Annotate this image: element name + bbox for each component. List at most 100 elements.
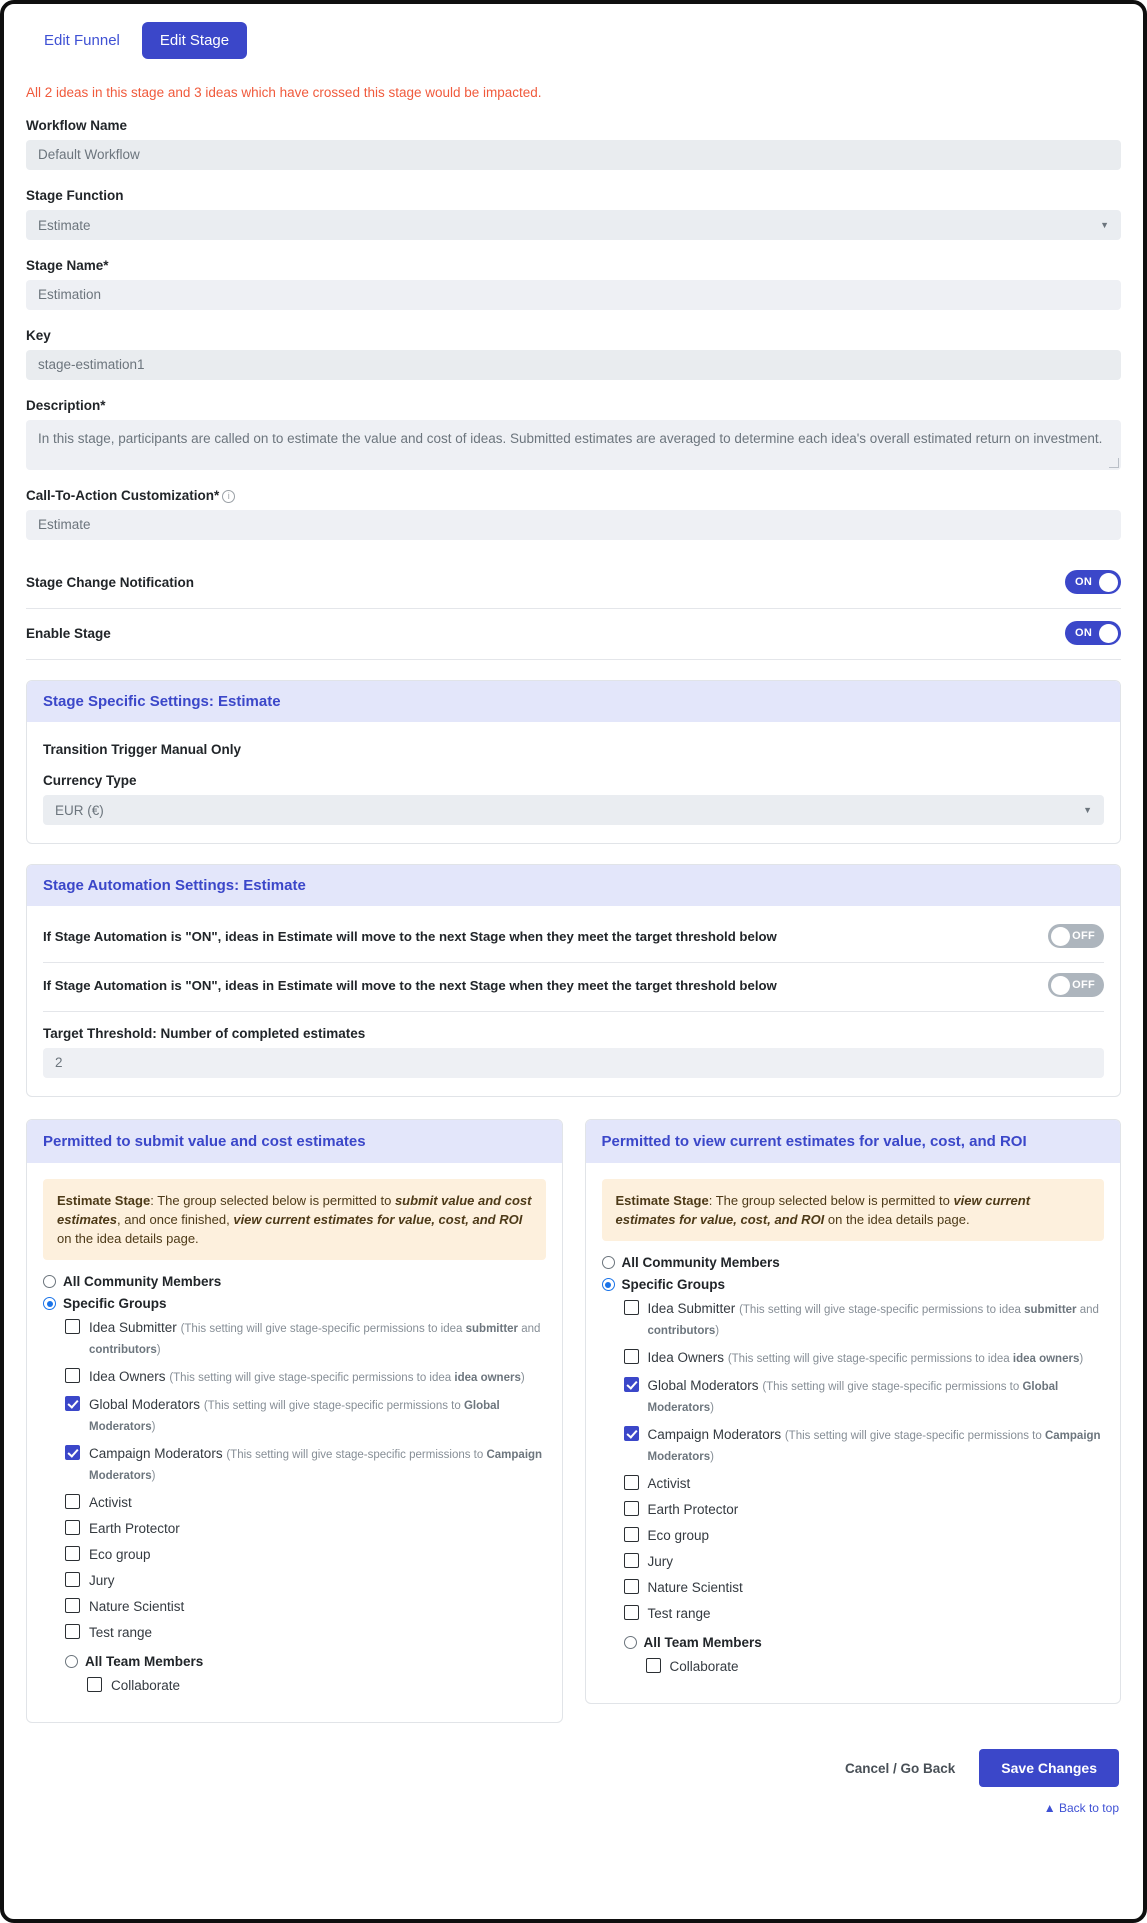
back-to-top-link[interactable]: ▲ Back to top [26, 1801, 1121, 1815]
checkbox-icon[interactable] [65, 1520, 80, 1535]
checkbox-icon[interactable] [623, 1553, 639, 1568]
currency-type-select[interactable]: EUR (€) ▼ [43, 795, 1104, 825]
checkbox-icon[interactable] [645, 1658, 661, 1673]
form-actions: Cancel / Go Back Save Changes [26, 1749, 1121, 1787]
checkbox-icon[interactable] [65, 1368, 80, 1383]
checkbox-icon[interactable] [65, 1445, 80, 1460]
group-checkbox-row[interactable]: Eco group [623, 1526, 1105, 1545]
group-name: Idea Owners [647, 1350, 725, 1365]
group-name: Idea Submitter [647, 1301, 736, 1316]
group-name: Earth Protector [647, 1502, 739, 1517]
radio-label: All Community Members [621, 1255, 780, 1270]
permissions-view-note: Estimate Stage: The group selected below… [601, 1179, 1104, 1241]
cta-input[interactable]: Estimate [26, 510, 1121, 540]
enable-stage-toggle[interactable]: ON [1065, 621, 1121, 645]
radio-icon [623, 1636, 637, 1649]
group-checkbox-row[interactable]: Campaign Moderators (This setting will g… [65, 1444, 546, 1486]
group-hint-post: ) [710, 1402, 714, 1414]
tab-edit-funnel[interactable]: Edit Funnel [26, 22, 138, 59]
radio-all-community-members-left[interactable]: All Community Members [43, 1274, 546, 1289]
radio-all-community-members-right[interactable]: All Community Members [601, 1255, 1105, 1270]
checkbox-icon[interactable] [65, 1546, 80, 1561]
stage-automation-row-2: If Stage Automation is "ON", ideas in Es… [43, 963, 1104, 1012]
group-checkbox-row[interactable]: Nature Scientist [65, 1597, 546, 1616]
permissions-view-title: Permitted to view current estimates for … [585, 1120, 1120, 1163]
tab-edit-stage[interactable]: Edit Stage [141, 22, 248, 59]
checkbox-icon[interactable] [87, 1677, 102, 1692]
back-to-top-label: Back to top [1058, 1801, 1119, 1815]
group-hint-b2: contributors [647, 1325, 716, 1337]
group-checkbox-row[interactable]: Earth Protector [65, 1519, 546, 1538]
checkbox-icon[interactable] [65, 1319, 80, 1334]
cancel-go-back-button[interactable]: Cancel / Go Back [839, 1760, 961, 1777]
checkbox-icon[interactable] [623, 1349, 639, 1364]
stage-automation-row-1: If Stage Automation is "ON", ideas in Es… [43, 922, 1104, 963]
checkbox-icon[interactable] [623, 1300, 639, 1315]
group-checkbox-row[interactable]: Idea Submitter (This setting will give s… [623, 1299, 1105, 1341]
checkbox-icon[interactable] [623, 1579, 639, 1594]
key-input[interactable]: stage-estimation1 [26, 350, 1121, 380]
toggle-knob [1051, 975, 1070, 995]
group-hint-pre: (This setting will give stage-specific p… [784, 1430, 1045, 1442]
stage-function-select[interactable]: Estimate ▼ [26, 210, 1121, 240]
checkbox-icon[interactable] [623, 1426, 639, 1441]
group-hint-post: ) [151, 1470, 156, 1482]
group-checkbox-row[interactable]: Idea Owners (This setting will give stag… [65, 1367, 546, 1388]
checkbox-icon[interactable] [65, 1624, 80, 1639]
checkbox-icon[interactable] [65, 1572, 80, 1587]
collaborate-checkbox-row-right[interactable]: Collaborate [645, 1657, 1105, 1676]
group-hint-b1: idea owners [1012, 1353, 1080, 1365]
stage-function-label: Stage Function [26, 188, 124, 203]
collaborate-label: Collaborate [111, 1678, 181, 1693]
group-name: Global Moderators [89, 1397, 201, 1412]
resize-handle-icon[interactable] [1109, 458, 1119, 468]
radio-all-team-members-left[interactable]: All Team Members [65, 1654, 546, 1669]
checkbox-icon[interactable] [623, 1377, 639, 1392]
stage-automation-settings-title: Stage Automation Settings: Estimate [27, 865, 1120, 906]
chevron-down-icon: ▼ [1083, 805, 1092, 815]
checkbox-icon[interactable] [623, 1475, 639, 1490]
radio-specific-groups-right[interactable]: Specific Groups [601, 1277, 1105, 1292]
collaborate-checkbox-row-left[interactable]: Collaborate [87, 1676, 546, 1695]
group-checkbox-row[interactable]: Activist [65, 1493, 546, 1512]
tab-bar: Edit Funnel Edit Stage [26, 22, 1121, 59]
group-checkbox-row[interactable]: Eco group [65, 1545, 546, 1564]
group-checkbox-row[interactable]: Jury [623, 1552, 1105, 1571]
group-checkbox-row[interactable]: Earth Protector [623, 1500, 1105, 1519]
checkbox-icon[interactable] [623, 1501, 639, 1516]
note-body-1: : The group selected below is permitted … [708, 1193, 954, 1208]
description-textarea[interactable]: In this stage, participants are called o… [26, 420, 1121, 470]
checkbox-icon[interactable] [65, 1396, 80, 1411]
checkbox-icon[interactable] [623, 1605, 639, 1620]
group-checkbox-row[interactable]: Activist [623, 1474, 1105, 1493]
info-icon[interactable]: i [222, 490, 236, 503]
radio-all-team-members-right[interactable]: All Team Members [623, 1635, 1105, 1650]
stage-automation-settings-panel: Stage Automation Settings: Estimate If S… [26, 864, 1121, 1097]
group-checkbox-row[interactable]: Test range [623, 1604, 1105, 1623]
workflow-name-input[interactable]: Default Workflow [26, 140, 1121, 170]
group-checkbox-row[interactable]: Idea Submitter (This setting will give s… [65, 1318, 546, 1360]
enable-stage-row: Enable Stage ON [26, 609, 1121, 660]
description-label: Description* [26, 398, 106, 413]
stage-automation-toggle-2[interactable]: OFF [1048, 973, 1104, 997]
group-hint-pre: (This setting will give stage-specific p… [226, 1449, 487, 1461]
radio-specific-groups-left[interactable]: Specific Groups [43, 1296, 546, 1311]
stage-change-notification-toggle[interactable]: ON [1065, 570, 1121, 594]
cta-label: Call-To-Action Customization* i [26, 488, 1121, 503]
group-checkbox-row[interactable]: Jury [65, 1571, 546, 1590]
group-checkbox-row[interactable]: Global Moderators (This setting will giv… [623, 1376, 1105, 1418]
stage-automation-toggle-1[interactable]: OFF [1048, 924, 1104, 948]
save-changes-button[interactable]: Save Changes [979, 1749, 1119, 1787]
stage-name-input[interactable]: Estimation [26, 280, 1121, 310]
group-hint-b2: contributors [89, 1344, 157, 1356]
group-checkbox-row[interactable]: Test range [65, 1623, 546, 1642]
radio-icon [43, 1297, 56, 1310]
group-checkbox-row[interactable]: Campaign Moderators (This setting will g… [623, 1425, 1105, 1467]
checkbox-icon[interactable] [65, 1494, 80, 1509]
checkbox-icon[interactable] [623, 1527, 639, 1542]
checkbox-icon[interactable] [65, 1598, 80, 1613]
target-threshold-input[interactable]: 2 [43, 1048, 1104, 1078]
group-checkbox-row[interactable]: Idea Owners (This setting will give stag… [623, 1348, 1105, 1369]
group-checkbox-row[interactable]: Global Moderators (This setting will giv… [65, 1395, 546, 1437]
group-checkbox-row[interactable]: Nature Scientist [623, 1578, 1105, 1597]
